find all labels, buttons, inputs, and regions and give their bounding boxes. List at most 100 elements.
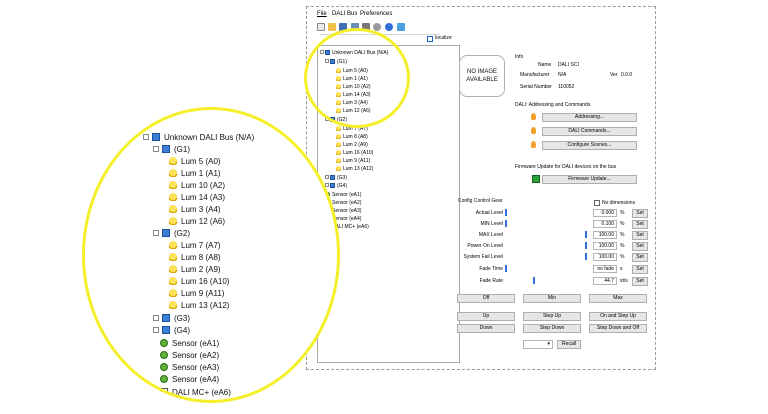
sensor-icon [160,363,168,371]
set-max-button[interactable]: Set [632,231,648,240]
actual-level-slider-thumb[interactable] [505,209,507,216]
menu-preferences[interactable]: Preferences [360,11,392,17]
system-fail-level-value[interactable]: 100.00 [593,253,617,261]
name-label: Name [538,62,552,68]
addressing-button[interactable]: Addressing... [542,113,637,122]
tree-item[interactable]: Lum 2 (A9) [336,142,368,149]
bulb-icon [336,166,341,171]
min-level-label: MIN Level [480,221,503,227]
localize-checkbox[interactable] [427,36,433,42]
min-level-value[interactable]: 0.100 [593,220,617,228]
system-fail-slider-thumb[interactable] [585,253,587,260]
open-folder-icon[interactable] [328,23,336,31]
sensor-icon [160,351,168,359]
menu-dali-bus[interactable]: DALI Bus [332,11,357,17]
power-on-slider-thumb[interactable] [585,242,587,249]
bulb-icon [169,217,177,225]
info-icon[interactable] [385,23,393,31]
bulb-icon [169,241,177,249]
unit-label: s [620,266,623,272]
set-fade-rate-button[interactable]: Set [632,277,648,286]
recall-button[interactable]: Recall [557,340,581,349]
system-fail-level-label: System Fail Level [463,254,503,260]
zoom-tree-item: Lum 12 (A6) [169,216,225,227]
firmware-update-button[interactable]: Firmware Update... [542,175,637,184]
addressing-bulb-icon [531,113,536,120]
tree-item[interactable]: Lum 9 (A11) [336,158,370,165]
set-actual-button[interactable]: Set [632,209,648,218]
step-down-button[interactable]: Step Down [523,324,581,333]
max-level-value[interactable]: 100.00 [593,231,617,239]
bulb-icon [169,193,177,201]
zoom-tree-item: Lum 1 (A1) [169,168,221,179]
tree-sensor[interactable]: Sensor (eA1) [325,192,361,199]
zoom-tree-sensor: Sensor (eA1) [160,338,219,349]
unit-label: % [620,243,625,249]
bulb-icon [169,169,177,177]
refresh-icon[interactable] [397,23,405,31]
unit-label: % [620,254,625,260]
fade-rate-value[interactable]: 44.7 [593,277,617,285]
set-system-fail-button[interactable]: Set [632,253,648,262]
on-and-step-up-button[interactable]: On and Step Up [589,312,647,321]
addressing-heading: DALI: Addressing and Commands [515,102,591,108]
bulb-icon [169,301,177,309]
up-button[interactable]: Up [457,312,515,321]
max-level-slider-thumb[interactable] [585,231,587,238]
config-heading: Config Control Gear [458,198,503,204]
zoom-tree-group-g4: (G4) [153,325,190,336]
down-button[interactable]: Down [457,324,515,333]
bulb-icon [169,181,177,189]
min-level-slider-thumb[interactable] [505,220,508,227]
off-button[interactable]: Off [457,294,515,303]
step-up-button[interactable]: Step Up [523,312,581,321]
fade-rate-slider-thumb[interactable] [533,277,535,284]
group-icon [162,314,170,322]
zoom-tree-sensor: Sensor (eA3) [160,362,219,373]
fade-time-slider-thumb[interactable] [505,265,507,272]
set-power-on-button[interactable]: Set [632,242,648,251]
serial-label: Serial Number [520,84,552,90]
no-dimensions-checkbox[interactable] [594,200,600,206]
bulb-icon [169,265,177,273]
fade-time-label: Fade Time [479,266,503,272]
zoom-tree-item: Lum 10 (A2) [169,180,225,191]
no-dimensions-label: No dimensions [602,200,636,206]
manufacturer-label: Manufacturer [520,72,550,78]
tree-group-g3[interactable]: (G3) [325,175,347,182]
bulb-icon [336,134,341,139]
tree-item[interactable]: Lum 16 (A10) [336,150,373,157]
unit-label: % [620,221,625,227]
sensor-icon [160,375,168,383]
power-on-level-value[interactable]: 100.00 [593,242,617,250]
fade-time-value[interactable]: no fade [593,265,617,273]
max-button[interactable]: Max [589,294,647,303]
info-heading: Info [515,54,524,60]
min-button[interactable]: Min [523,294,581,303]
device-box-icon [160,388,168,396]
screenshot-stage: { "menu": { "file": "File", "dali_bus": … [0,0,768,414]
zoom-tree-item: Lum 9 (A11) [169,288,224,299]
menu-file[interactable]: File [317,11,327,17]
step-down-and-off-button[interactable]: Step Down and Off [589,324,647,333]
actual-level-value[interactable]: 0.000 [593,209,617,217]
unit-label: % [620,210,625,216]
bulb-icon [336,150,341,155]
zoom-tree-mc: DALI MC+ (eA6) [160,387,231,398]
scene-select[interactable]: ▾ [523,340,553,349]
tree-group-g4[interactable]: (G4) [325,183,347,190]
max-level-label: MAX Level [478,232,503,238]
new-file-icon[interactable] [317,23,325,31]
set-fade-time-button[interactable]: Set [632,265,648,274]
power-on-level-label: Power On Level [467,243,503,249]
firmware-icon [532,175,540,183]
dali-commands-button[interactable]: DALI Commands... [542,127,637,136]
zoom-tree-item: Lum 14 (A3) [169,192,225,203]
tree-item[interactable]: Lum 8 (A8) [336,134,368,141]
set-min-button[interactable]: Set [632,220,648,229]
tree-item[interactable]: Lum 13 (A12) [336,166,373,173]
configure-scenes-button[interactable]: Configure Scenes... [542,141,637,150]
version-value: 0.0.0 [621,72,633,78]
serial-value: 110052 [558,84,575,90]
localize-label: localize [435,35,452,41]
